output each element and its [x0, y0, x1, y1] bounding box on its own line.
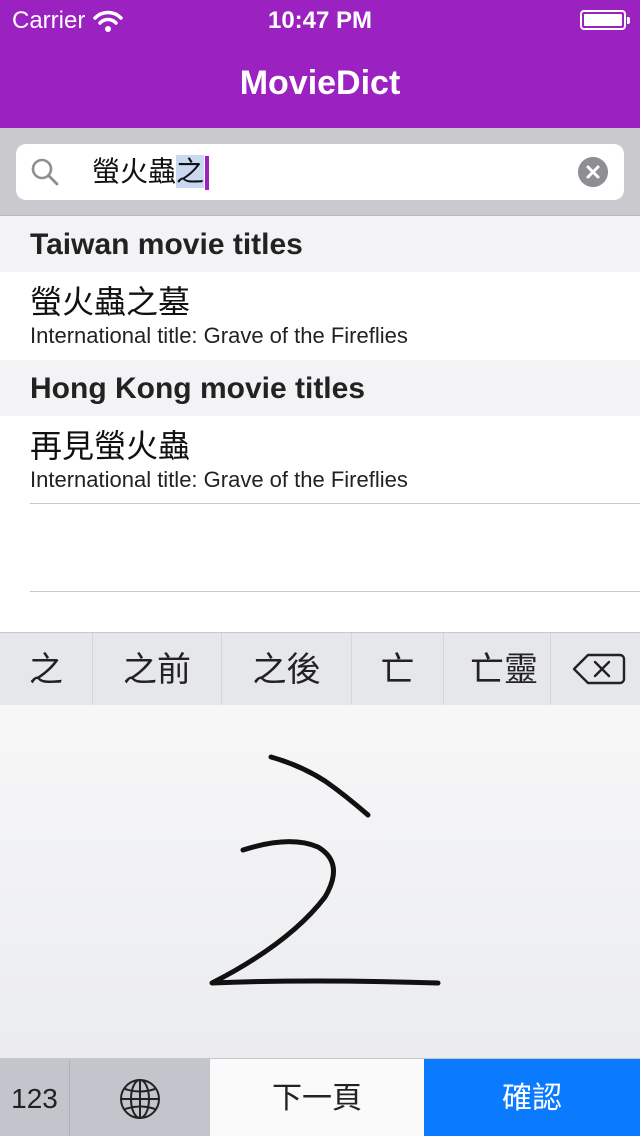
battery-icon	[580, 10, 630, 30]
candidate-item[interactable]: 亡靈	[444, 633, 550, 705]
results-list: Taiwan movie titles 螢火蟲之墓 International …	[0, 216, 640, 632]
candidate-divider	[550, 633, 551, 705]
navigation-header: Carrier 10:47 PM MovieDict	[0, 0, 640, 128]
list-item[interactable]: 再見螢火蟲 International title: Grave of the …	[0, 416, 640, 504]
movie-title: 螢火蟲之墓	[30, 283, 191, 321]
search-bar: 螢火蟲之	[0, 128, 640, 216]
next-page-button[interactable]: 下一頁	[210, 1059, 424, 1136]
list-item[interactable]: 螢火蟲之墓 International title: Grave of the …	[0, 272, 640, 360]
movie-subtitle: International title: Grave of the Firefl…	[30, 467, 408, 492]
search-committed-text: 螢火蟲	[92, 155, 177, 188]
search-icon	[31, 158, 59, 186]
text-caret	[205, 156, 210, 190]
section-header-hong-kong: Hong Kong movie titles	[0, 360, 640, 416]
movie-title: 再見螢火蟲	[30, 427, 191, 465]
keyboard-bottom-row: 123 下一頁 確認	[0, 1058, 640, 1136]
row-separator	[30, 503, 640, 504]
candidate-item[interactable]: 之前	[93, 633, 221, 705]
confirm-button[interactable]: 確認	[424, 1059, 640, 1136]
status-time: 10:47 PM	[267, 7, 373, 34]
page-title: MovieDict	[239, 64, 401, 102]
section-header-taiwan: Taiwan movie titles	[0, 216, 640, 272]
status-bar: Carrier 10:47 PM	[0, 0, 640, 40]
candidate-item[interactable]: 亡	[352, 633, 443, 705]
handwriting-keyboard: 之 之前 之後 亡 亡靈 123 下一頁 確認	[0, 632, 640, 1136]
numbers-key[interactable]: 123	[0, 1059, 70, 1136]
movie-subtitle: International title: Grave of the Firefl…	[30, 323, 408, 348]
globe-icon	[120, 1079, 160, 1119]
handwriting-strokes	[209, 754, 441, 986]
search-input[interactable]: 螢火蟲之	[16, 144, 624, 200]
search-marked-text: 之	[176, 155, 205, 188]
candidate-item[interactable]: 之後	[222, 633, 351, 705]
row-separator	[30, 591, 640, 592]
search-query[interactable]: 螢火蟲之	[92, 154, 210, 190]
handwriting-canvas[interactable]	[0, 705, 640, 1058]
candidate-item[interactable]: 之	[0, 633, 92, 705]
clear-icon[interactable]	[578, 157, 608, 187]
candidate-bar: 之 之前 之後 亡 亡靈	[0, 633, 640, 705]
globe-key[interactable]	[70, 1059, 210, 1136]
delete-icon[interactable]	[552, 633, 640, 705]
